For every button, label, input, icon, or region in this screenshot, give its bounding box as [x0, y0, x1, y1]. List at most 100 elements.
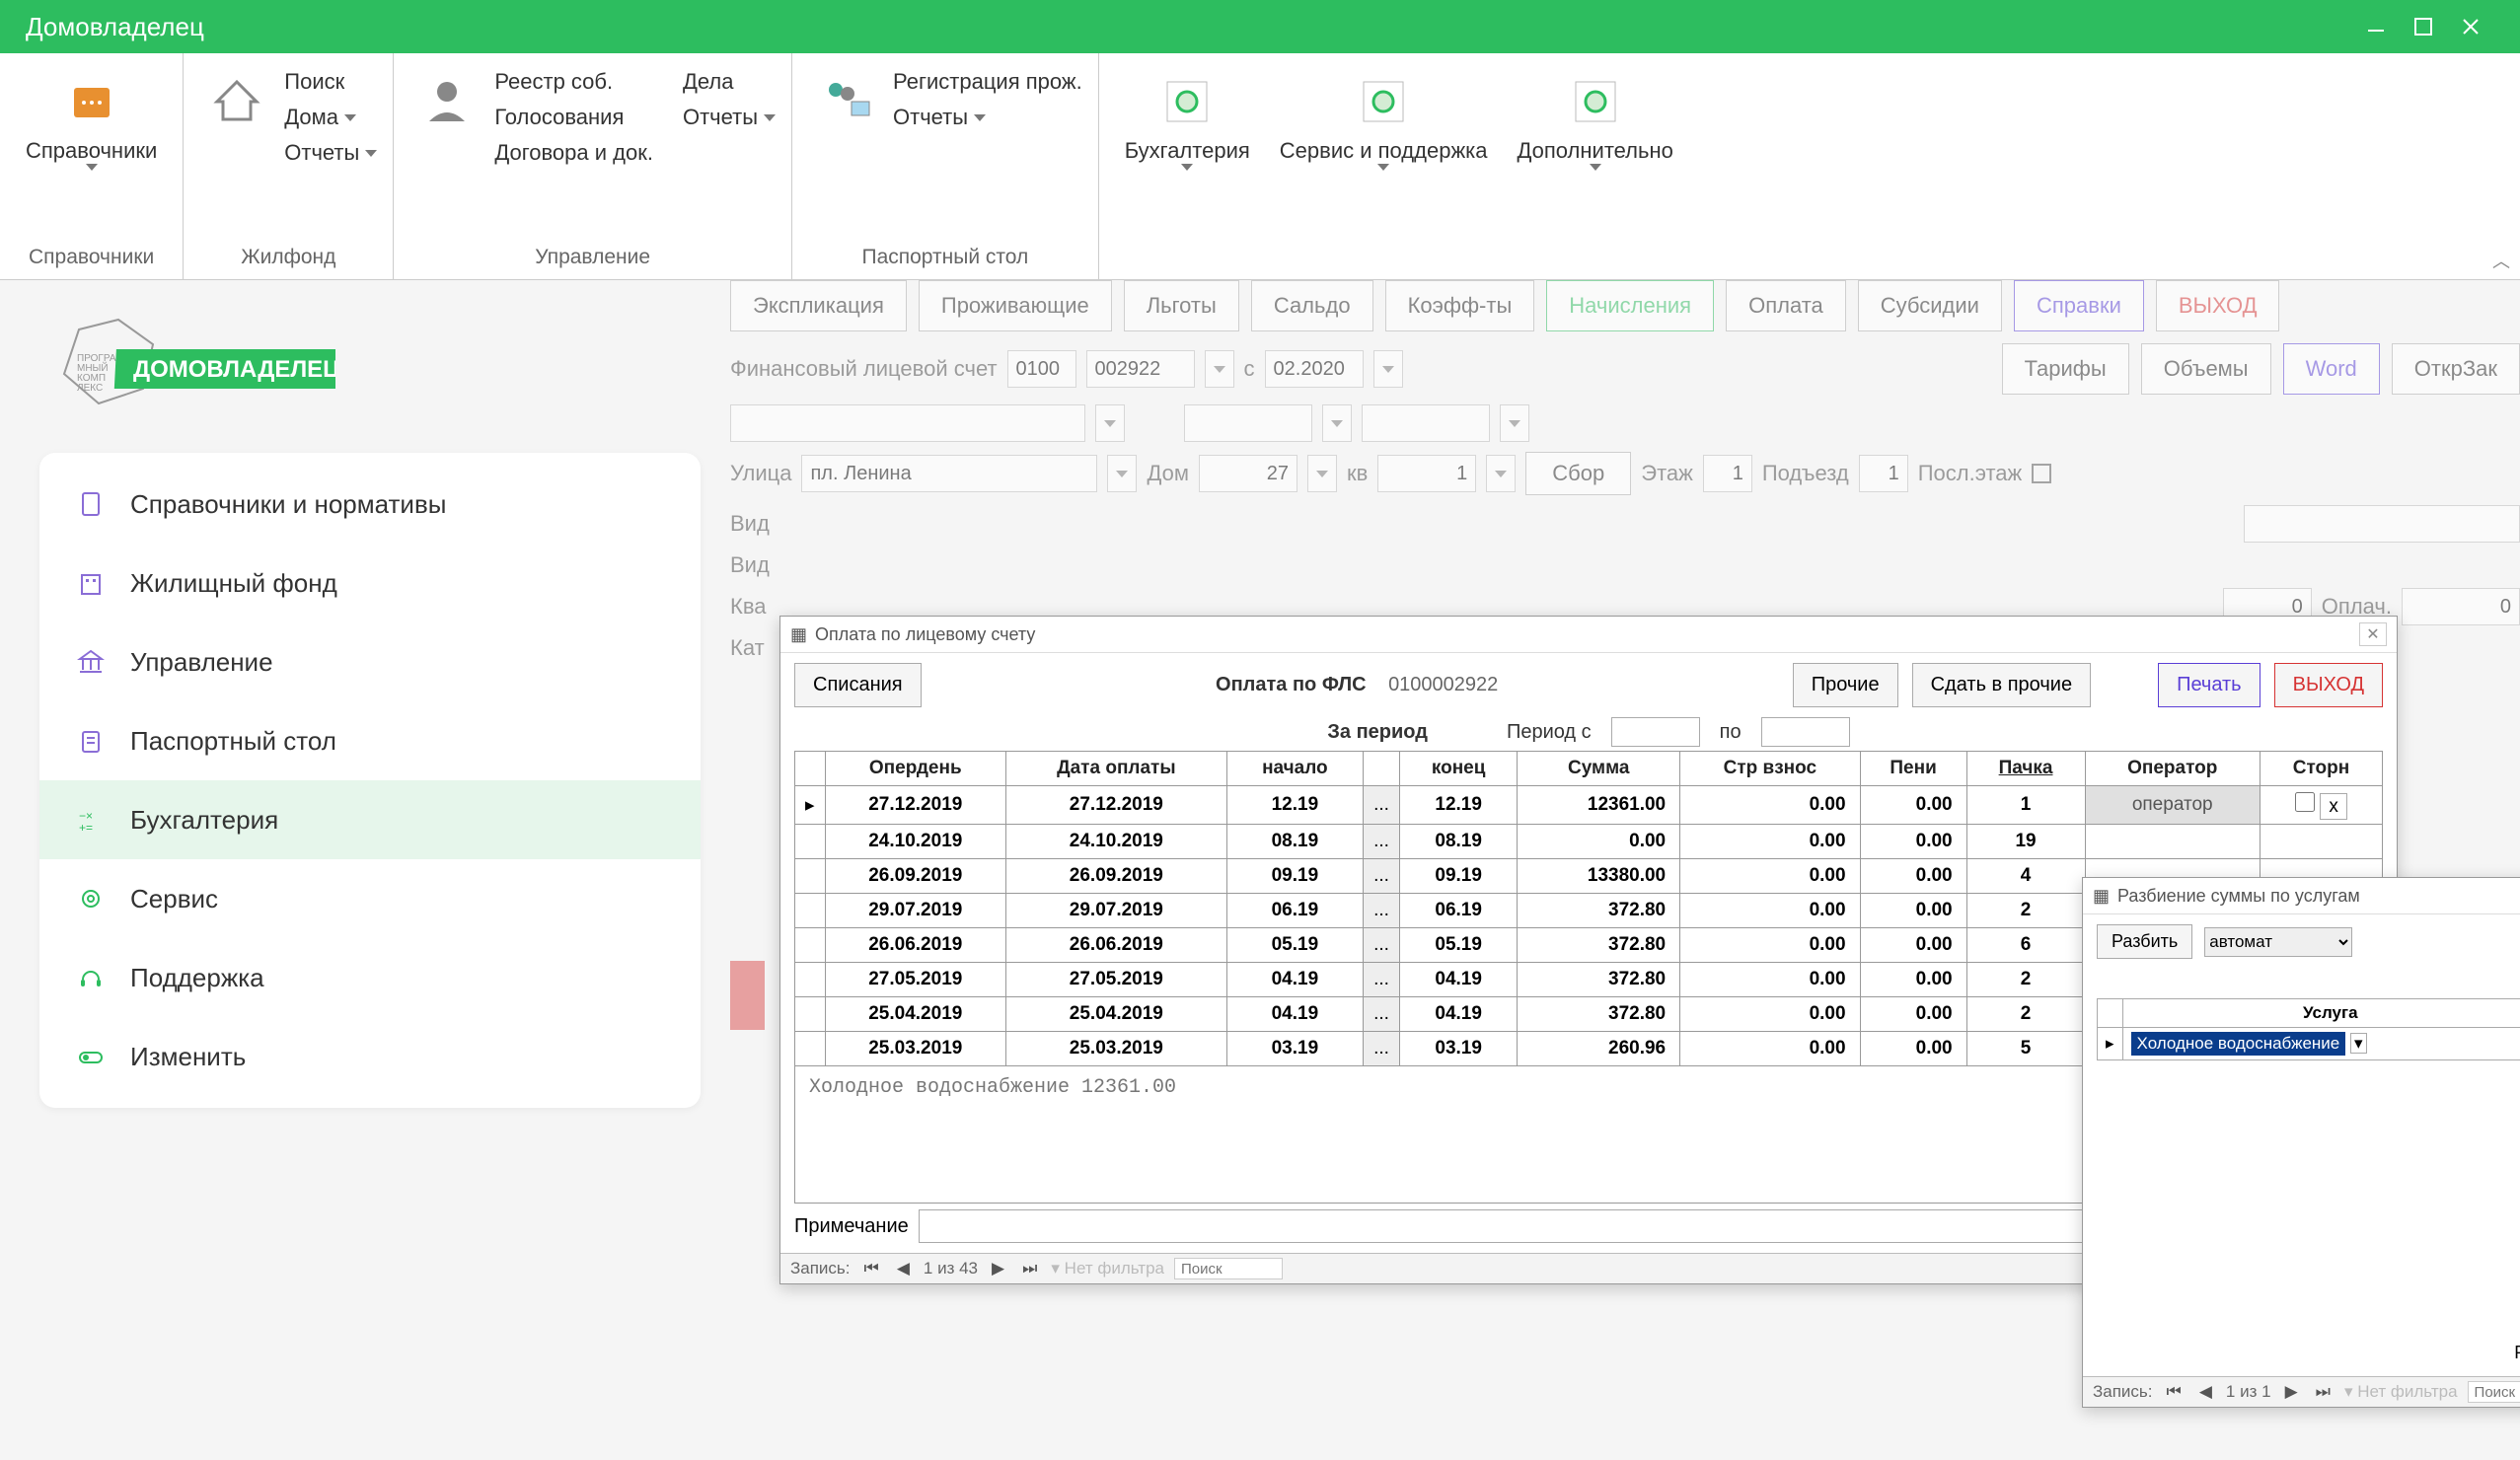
tab-Word[interactable]: Word [2283, 343, 2380, 395]
entrance-input[interactable] [1859, 455, 1908, 492]
period-from[interactable] [1611, 717, 1700, 747]
ribbon-voting[interactable]: Голосования [494, 105, 653, 130]
detail-button[interactable]: ... [1364, 894, 1400, 928]
sidebar-item-4[interactable]: −×+=Бухгалтерия [39, 780, 701, 859]
filter-empty2[interactable] [1184, 404, 1312, 442]
fls-label: Финансовый лицевой счет [730, 356, 998, 382]
ribbon-reports-2[interactable]: Отчеты [683, 105, 776, 130]
tab-Начисления[interactable]: Начисления [1546, 280, 1714, 331]
tab-Проживающие[interactable]: Проживающие [919, 280, 1112, 331]
ribbon-reports-1[interactable]: Отчеты [284, 140, 377, 166]
table-row[interactable]: ▸27.12.201927.12.201912.19...12.1912361.… [795, 786, 2383, 825]
sidebar-item-5[interactable]: Сервис [39, 859, 701, 938]
ribbon-search[interactable]: Поиск [284, 69, 377, 95]
svg-text:+=: += [79, 821, 93, 834]
tab-Экспликация[interactable]: Экспликация [730, 280, 907, 331]
ribbon-contracts[interactable]: Договора и док. [494, 140, 653, 166]
house-icon [209, 69, 264, 134]
sidebar-item-7[interactable]: Изменить [39, 1017, 701, 1096]
apt-input[interactable] [1377, 455, 1476, 492]
split-mode[interactable]: автомат [2204, 927, 2352, 957]
service-cell[interactable]: Холодное водоснабжение [2131, 1032, 2346, 1056]
sidebar-item-2[interactable]: Управление [39, 622, 701, 701]
ribbon-directories[interactable]: Справочники [16, 63, 167, 177]
tab-Коэфф-ты[interactable]: Коэфф-ты [1385, 280, 1535, 331]
id-card-icon [818, 69, 873, 134]
sidebar-item-1[interactable]: Жилищный фонд [39, 544, 701, 622]
ribbon-collapse[interactable]: ︿ [2492, 248, 2510, 273]
ribbon-passport-icon [808, 63, 883, 140]
tab-Сальдо[interactable]: Сальдо [1251, 280, 1373, 331]
fls-code2[interactable] [1086, 350, 1195, 388]
exit-button[interactable]: ВЫХОД [2274, 663, 2383, 707]
nav-prev[interactable]: ◀ [893, 1259, 914, 1278]
split-table: УслугаСумма ▸ Холодное водоснабжение ▾ 1… [2097, 998, 2520, 1060]
ribbon-houses[interactable]: Дома [284, 105, 377, 130]
bank-icon [75, 646, 107, 678]
ribbon-additional[interactable]: Дополнительно [1508, 63, 1683, 177]
table-row[interactable]: 24.10.201924.10.201908.19...08.190.000.0… [795, 825, 2383, 859]
collect-button[interactable]: Сбор [1525, 452, 1631, 495]
gear-icon [75, 883, 107, 914]
fls-code1[interactable] [1007, 350, 1076, 388]
sidebar-item-6[interactable]: Поддержка [39, 938, 701, 1017]
tab-Справки[interactable]: Справки [2014, 280, 2144, 331]
detail-button[interactable]: ... [1364, 928, 1400, 963]
minimize-button[interactable] [2352, 9, 2400, 44]
other-button[interactable]: Прочие [1793, 663, 1898, 707]
fls-dropdown[interactable] [1205, 350, 1234, 388]
nav-search[interactable] [1174, 1258, 1283, 1279]
ribbon-owners-registry[interactable]: Реестр соб. [494, 69, 653, 95]
floor-input[interactable] [1703, 455, 1752, 492]
tab-Субсидии[interactable]: Субсидии [1858, 280, 2002, 331]
ribbon-service[interactable]: Сервис и поддержка [1270, 63, 1498, 177]
ribbon-user-icon [409, 63, 484, 140]
row-selector[interactable]: ▸ [2098, 1028, 2123, 1060]
print-button[interactable]: Печать [2158, 663, 2261, 707]
lastfloor-checkbox[interactable] [2032, 464, 2051, 483]
split-button[interactable]: Разбить [2097, 924, 2192, 959]
sidebar-item-0[interactable]: Справочники и нормативы [39, 465, 701, 544]
sidebar-item-3[interactable]: Паспортный стол [39, 701, 701, 780]
payments-close-button[interactable]: ✕ [2359, 622, 2387, 646]
detail-button[interactable]: ... [1364, 997, 1400, 1032]
file-icon [75, 488, 107, 520]
split-dialog: ▦ Разбиение суммы по услугам ✕ Разбить а… [2082, 877, 2520, 1408]
grid-icon: ▦ [2093, 886, 2110, 907]
fls-period[interactable] [1265, 350, 1364, 388]
detail-button[interactable]: ... [1364, 859, 1400, 894]
to-other-button[interactable]: Сдать в прочие [1912, 663, 2091, 707]
tab-Льготы[interactable]: Льготы [1124, 280, 1239, 331]
writeoff-button[interactable]: Списания [794, 663, 922, 707]
maximize-button[interactable] [2400, 9, 2447, 44]
titlebar: Домовладелец [0, 0, 2520, 53]
toggle-icon [75, 1041, 107, 1072]
ribbon-registration[interactable]: Регистрация прож. [893, 69, 1082, 95]
detail-button[interactable]: ... [1364, 786, 1400, 825]
detail-button[interactable]: ... [1364, 825, 1400, 859]
tab-Тарифы[interactable]: Тарифы [2002, 343, 2129, 395]
nav-first[interactable]: ⏮ [860, 1259, 883, 1278]
ribbon-cases[interactable]: Дела [683, 69, 776, 95]
detail-button[interactable]: ... [1364, 1032, 1400, 1066]
nav-next[interactable]: ▶ [988, 1259, 1008, 1278]
house-input[interactable] [1199, 455, 1297, 492]
period-dropdown[interactable] [1373, 350, 1403, 388]
payments-dialog-title: Оплата по лицевому счету [815, 624, 1035, 645]
tab-Оплата[interactable]: Оплата [1726, 280, 1846, 331]
ribbon-reports-3[interactable]: Отчеты [893, 105, 1082, 130]
tab-Объемы[interactable]: Объемы [2141, 343, 2271, 395]
tab-ВЫХОД[interactable]: ВЫХОД [2156, 280, 2280, 331]
svg-text:ЛЕКС: ЛЕКС [77, 383, 103, 394]
street-input[interactable] [801, 455, 1097, 492]
tab-ОткрЗак[interactable]: ОткрЗак [2392, 343, 2520, 395]
nav-last[interactable]: ⏭ [1018, 1259, 1041, 1278]
close-button[interactable] [2447, 9, 2494, 44]
filter-empty1[interactable] [730, 404, 1085, 442]
detail-button[interactable]: ... [1364, 963, 1400, 997]
period-to[interactable] [1761, 717, 1850, 747]
ribbon: Справочники Справочники Поиск Дома Отчет… [0, 53, 2520, 280]
folder-icon [64, 69, 119, 134]
filter-empty3[interactable] [1362, 404, 1490, 442]
ribbon-accounting[interactable]: Бухгалтерия [1115, 63, 1260, 177]
